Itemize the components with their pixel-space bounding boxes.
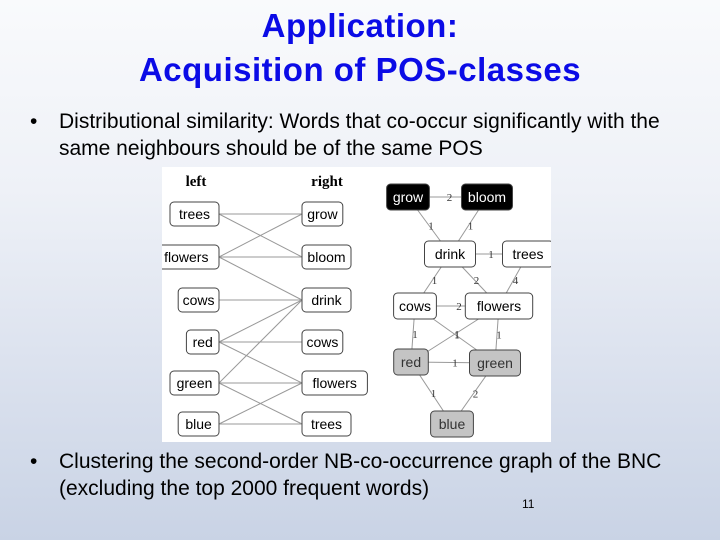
svg-text:bloom: bloom — [307, 249, 345, 265]
edge-flowers-drink — [218, 256, 303, 301]
edge-weight-label: 1 — [454, 329, 460, 341]
edge-red-drink — [218, 299, 303, 343]
svg-text:red: red — [401, 354, 421, 370]
bullet-distributional-similarity: • Distributional similarity: Words that … — [30, 108, 710, 162]
cooc-node-drink: drink — [424, 240, 476, 268]
nodes: trees flowers cows red green blue grow bloom dri… — [162, 183, 551, 438]
svg-text:cows: cows — [399, 298, 431, 314]
edge-weight-label: 1 — [452, 358, 458, 370]
svg-text:cows: cows — [183, 292, 215, 308]
right-node-drink: drink — [301, 287, 352, 313]
left-node-trees: trees — [169, 201, 220, 227]
bullet-text: Clustering the second-order NB-co-occurr… — [59, 450, 662, 500]
bullet-clustering: • Clustering the second-order NB-co-occu… — [30, 448, 710, 502]
edge-weight-label: 2 — [474, 275, 480, 287]
right-header: right — [311, 174, 343, 190]
edge-weight-label: 4 — [513, 275, 519, 287]
svg-text:blue: blue — [439, 416, 466, 432]
svg-text:cows: cows — [306, 334, 338, 350]
right-node-trees: trees — [301, 411, 352, 437]
svg-text:red: red — [193, 334, 213, 350]
left-node-flowers: flowers — [162, 244, 220, 270]
edge-weight-label: 2 — [447, 192, 453, 204]
edge-weight-label: 1 — [468, 221, 474, 233]
title-line-1: Application: — [261, 7, 459, 44]
edge-weight-label: 1 — [496, 330, 502, 342]
graph-diagram: 21 111 2 421 11 111 2treesflowerscowsredgreenb… — [162, 174, 551, 438]
cooc-node-blue: blue — [430, 410, 474, 438]
svg-text:flowers: flowers — [477, 298, 521, 314]
bullet-icon: • — [30, 450, 38, 473]
left-header: left — [186, 174, 207, 190]
svg-text:grow: grow — [393, 189, 424, 205]
cooc-node-bloom: bloom — [461, 183, 513, 211]
cooc-node-red: red — [393, 348, 429, 376]
bullet-icon: • — [30, 110, 38, 133]
edge-weight-label: 1 — [432, 275, 438, 287]
right-node-cows: cows — [301, 329, 344, 355]
edge-weight-label: 1 — [488, 249, 494, 261]
svg-text:flowers: flowers — [313, 375, 357, 391]
edge-weight-label: 1 — [431, 388, 437, 400]
svg-text:flowers: flowers — [164, 249, 208, 265]
svg-text:trees: trees — [179, 206, 210, 222]
right-node-flowers: flowers — [301, 370, 368, 396]
svg-text:trees: trees — [512, 246, 543, 262]
right-node-grow: grow — [301, 201, 344, 227]
svg-text:drink: drink — [435, 246, 466, 262]
cooc-node-flowers: flowers — [464, 292, 534, 320]
slide-title: Application: Acquisition of POS-classes — [0, 4, 720, 92]
svg-text:blue: blue — [185, 416, 212, 432]
cooc-node-grow: grow — [386, 183, 430, 211]
svg-text:trees: trees — [311, 416, 342, 432]
left-node-red: red — [185, 329, 220, 355]
cooc-node-cows: cows — [393, 292, 437, 320]
edge-weight-label: 2 — [456, 301, 462, 313]
svg-text:bloom: bloom — [468, 189, 506, 205]
cooc-node-trees: trees — [502, 240, 551, 268]
right-node-bloom: bloom — [301, 244, 352, 270]
cooc-node-green: green — [469, 349, 521, 377]
left-node-blue: blue — [177, 411, 220, 437]
svg-text:drink: drink — [311, 292, 342, 308]
title-line-2: Acquisition of POS-classes — [138, 51, 582, 88]
svg-text:green: green — [477, 355, 513, 371]
edge-weight-label: 1 — [428, 221, 434, 233]
page-number: 11 — [522, 497, 535, 511]
svg-text:green: green — [177, 375, 213, 391]
svg-text:grow: grow — [307, 206, 338, 222]
edge-red-flowers — [218, 341, 303, 384]
bullet-text: Distributional similarity: Words that co… — [59, 110, 660, 160]
edge-weight-label: 1 — [412, 329, 418, 341]
left-node-cows: cows — [177, 287, 220, 313]
left-node-green: green — [169, 370, 220, 396]
graph-figure: 2 1 1 1 1 2 4 2 1 1 1 1 1 1 2 trees flowers cows red green b… — [162, 167, 551, 442]
edge-weight-label: 2 — [473, 389, 479, 401]
